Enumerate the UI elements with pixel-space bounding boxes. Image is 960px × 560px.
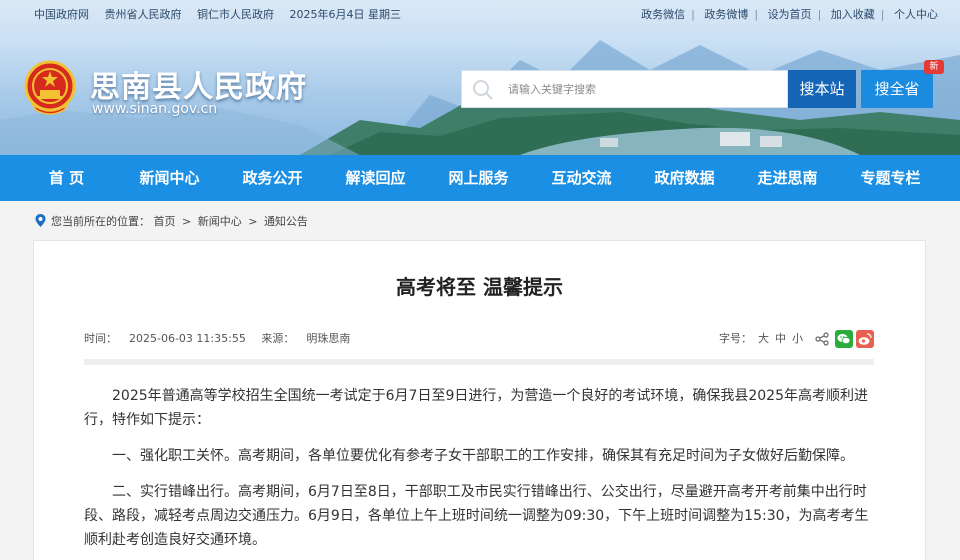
search-box	[461, 70, 788, 108]
share-icon[interactable]	[815, 332, 829, 346]
main-nav: 首 页 新闻中心 政务公开 解读回应 网上服务 互动交流 政府数据 走进思南 专…	[0, 155, 960, 201]
source-label: 来源：	[261, 332, 295, 345]
new-badge: 新	[924, 60, 944, 74]
article-body: 2025年普通高等学校招生全国统一考试定于6月7日至9日进行，为营造一个良好的考…	[84, 384, 874, 560]
time-label: 时间：	[84, 332, 117, 345]
top-links-bar: 中国政府网 贵州省人民政府 铜仁市人民政府 2025年6月4日 星期三 政务微信…	[0, 0, 960, 30]
separator: |	[817, 8, 822, 21]
link-wechat[interactable]: 政务微信	[641, 8, 685, 21]
nav-news-center[interactable]: 新闻中心	[118, 155, 221, 201]
link-set-home[interactable]: 设为首页	[768, 8, 812, 21]
weibo-share-icon[interactable]	[856, 330, 874, 348]
separator: |	[754, 8, 759, 21]
breadcrumb-news-center[interactable]: 新闻中心	[198, 215, 242, 228]
search-icon	[473, 80, 493, 100]
font-size-medium-button[interactable]: 中	[775, 329, 786, 349]
breadcrumb-notices[interactable]: 通知公告	[264, 215, 308, 228]
publish-time: 2025-06-03 11:35:55	[129, 332, 246, 345]
article-source: 明珠思南	[306, 332, 351, 345]
article-paragraph-1: 2025年普通高等学校招生全国统一考试定于6月7日至9日进行，为营造一个良好的考…	[84, 388, 868, 428]
search-site-button[interactable]: 搜本站	[788, 70, 856, 108]
font-size-small-button[interactable]: 小	[792, 329, 803, 349]
nav-online-services[interactable]: 网上服务	[427, 155, 530, 201]
nav-gov-data[interactable]: 政府数据	[633, 155, 736, 201]
separator: |	[880, 8, 885, 21]
meta-divider	[84, 359, 874, 365]
breadcrumb-prefix: 您当前所在的位置：	[51, 215, 150, 228]
nav-interaction[interactable]: 互动交流	[530, 155, 633, 201]
nav-special-topics[interactable]: 专题专栏	[839, 155, 942, 201]
link-personal-center[interactable]: 个人中心	[894, 8, 938, 21]
breadcrumb-separator: >	[248, 215, 258, 228]
article-paragraph-3: 二、实行错峰出行。高考期间，6月7日至8日，干部职工及市民实行错峰出行、公交出行…	[84, 484, 869, 548]
current-date: 2025年6月4日 星期三	[289, 8, 402, 21]
nav-home[interactable]: 首 页	[15, 155, 118, 201]
location-pin-icon	[35, 214, 46, 227]
breadcrumb: 您当前所在的位置： 首页 > 新闻中心 > 通知公告	[34, 213, 308, 230]
site-title[interactable]: 思南县人民政府	[90, 62, 307, 106]
article-card: 高考将至 温馨提示 时间： 2025-06-03 11:35:55 来源： 明珠思南…	[33, 240, 926, 560]
article-meta: 时间： 2025-06-03 11:35:55 来源： 明珠思南 字号： 大 中 小	[84, 329, 874, 349]
nav-gov-affairs[interactable]: 政务公开	[221, 155, 324, 201]
wechat-share-icon[interactable]	[835, 330, 853, 348]
search-province-button[interactable]: 搜全省	[861, 70, 933, 108]
link-tongren-gov[interactable]: 铜仁市人民政府	[197, 8, 274, 21]
breadcrumb-separator: >	[182, 215, 192, 228]
nav-interpretation[interactable]: 解读回应	[324, 155, 427, 201]
font-size-large-button[interactable]: 大	[758, 329, 769, 349]
link-weibo[interactable]: 政务微博	[704, 8, 748, 21]
search-input[interactable]	[508, 71, 778, 107]
link-china-gov[interactable]: 中国政府网	[34, 8, 89, 21]
article-title: 高考将至 温馨提示	[396, 275, 563, 299]
link-guizhou-gov[interactable]: 贵州省人民政府	[105, 8, 182, 21]
separator: |	[691, 8, 695, 21]
breadcrumb-home[interactable]: 首页	[154, 215, 176, 228]
article-paragraph-2: 一、强化职工关怀。高考期间，各单位要优化有参考子女干部职工的工作安排，确保其有充…	[112, 448, 854, 464]
link-add-favorite[interactable]: 加入收藏	[831, 8, 875, 21]
header-banner: 中国政府网 贵州省人民政府 铜仁市人民政府 2025年6月4日 星期三 政务微信…	[0, 0, 960, 155]
site-domain: www.sinan.gov.cn	[92, 101, 218, 117]
nav-about-sinan[interactable]: 走进思南	[736, 155, 839, 201]
font-size-label: 字号：	[719, 332, 752, 345]
national-emblem-icon[interactable]	[24, 60, 76, 116]
